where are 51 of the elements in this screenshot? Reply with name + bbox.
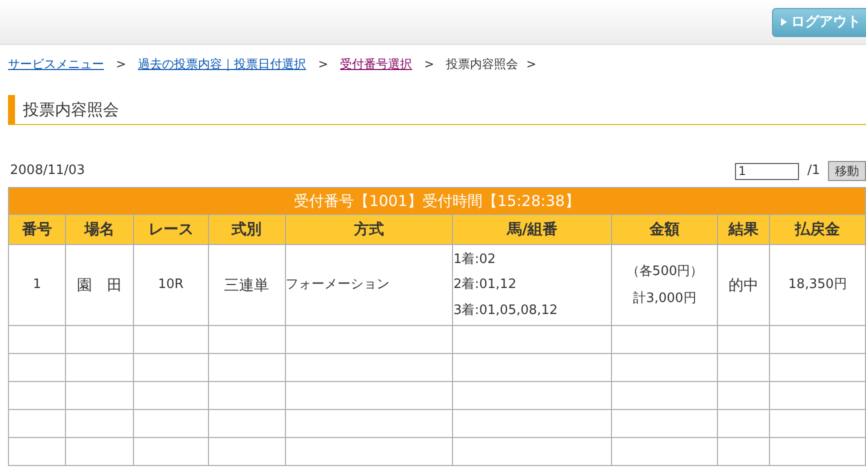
breadcrumb-current: 投票内容照会 [446,56,518,73]
page-total: /1 [807,162,820,180]
column-header: 方式 [286,215,454,245]
move-button[interactable]: 移動 [828,161,866,181]
table-cell: 18,350円 [770,245,866,326]
chevron-icon [781,18,787,26]
empty-table-cell [9,382,66,410]
empty-table-cell [718,354,770,382]
column-header: 馬/組番 [453,215,612,245]
empty-table-cell [718,382,770,410]
table-cell: 1 [9,245,66,326]
empty-table-cell [66,354,134,382]
column-header: 式別 [208,215,286,245]
combo-line: 3着:01,05,08,12 [453,302,559,320]
empty-table-cell [9,410,66,438]
table-caption: 受付番号【1001】受付時間【15:28:38】 [8,187,866,215]
table-cell: フォーメーション [286,245,454,326]
column-header: 結果 [718,215,770,245]
empty-table-cell [66,438,134,466]
empty-table-cell [718,410,770,438]
empty-table-cell [66,326,134,354]
empty-table-cell [718,326,770,354]
combo-line: 2着:01,12 [453,276,518,294]
breadcrumb-separator: > [424,56,434,73]
date-label: 2008/11/03 [10,162,85,180]
table-cell: 的中 [718,245,770,326]
empty-table-cell [9,326,66,354]
empty-table-cell [66,382,134,410]
empty-table-cell [9,354,66,382]
column-header: 番号 [9,215,66,245]
column-header: 金額 [612,215,718,245]
table-cell: 10R [134,245,209,326]
breadcrumb-separator: > [526,56,536,73]
breadcrumb-link[interactable]: 受付番号選択 [340,55,412,73]
breadcrumb-link[interactable]: 過去の投票内容｜投票日付選択 [138,55,306,73]
empty-table-cell [9,438,66,466]
table-cell: 三連単 [208,245,286,326]
column-header: 場名 [66,215,134,245]
combo-line: 1着:02 [453,250,497,269]
amount-line: 計3,000円 [633,290,696,308]
column-header: レース [134,215,209,245]
amount-line: （各500円） [626,262,704,280]
breadcrumb-link[interactable]: サービスメニュー [8,55,104,73]
column-header: 払戻金 [770,215,866,245]
page-title: 投票内容照会 [23,98,119,120]
page-input[interactable]: 1 [735,162,800,180]
empty-table-cell [718,438,770,466]
breadcrumb-separator: > [318,56,328,73]
breadcrumb-separator: > [116,56,126,73]
empty-table-cell [66,410,134,438]
table-cell: 園 田 [66,245,134,326]
